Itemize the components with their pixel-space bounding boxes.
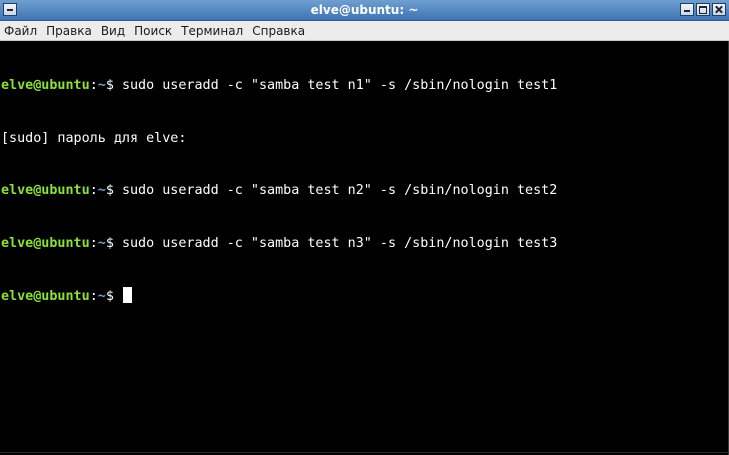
terminal-line: elve@ubuntu:~$ sudo useradd -c "samba te… — [1, 235, 728, 253]
menu-search[interactable]: Поиск — [130, 22, 177, 40]
prompt-user: elve@ubuntu — [1, 289, 90, 304]
terminal-output[interactable]: elve@ubuntu:~$ sudo useradd -c "samba te… — [0, 41, 729, 455]
prompt-user: elve@ubuntu — [1, 235, 90, 251]
prompt-separator: : — [89, 289, 98, 304]
menu-help[interactable]: Справка — [248, 22, 310, 40]
terminal-window: elve@ubuntu: ~ Файл Правка Вид Поиск Тер… — [0, 0, 729, 455]
menu-terminal[interactable]: Терминал — [177, 22, 248, 40]
prompt-symbol: $ — [105, 235, 122, 251]
prompt-separator: : — [89, 235, 98, 251]
minimize-button[interactable] — [680, 3, 694, 16]
terminal-line: elve@ubuntu:~$ sudo useradd -c "samba te… — [1, 77, 728, 95]
prompt-symbol: $ — [105, 289, 122, 304]
text-cursor — [122, 287, 132, 303]
close-button[interactable] — [712, 3, 726, 16]
command-text: sudo useradd -c "samba test n3" -s /sbin… — [121, 235, 558, 251]
prompt-user: elve@ubuntu — [1, 78, 90, 93]
menu-view[interactable]: Вид — [97, 22, 130, 40]
window-title: elve@ubuntu: ~ — [310, 3, 419, 17]
output-text: [sudo] пароль для elve: — [1, 130, 187, 146]
command-text: sudo useradd -c "samba test n2" -s /sbin… — [121, 183, 558, 198]
prompt-path: ~ — [97, 235, 106, 251]
command-text: sudo useradd -c "samba test n1" -s /sbin… — [121, 78, 558, 93]
prompt-symbol: $ — [105, 78, 122, 93]
terminal-line: [sudo] пароль для elve: — [1, 130, 728, 148]
prompt-path: ~ — [97, 183, 106, 198]
prompt-separator: : — [89, 78, 98, 93]
terminal-line: elve@ubuntu:~$ — [1, 287, 728, 305]
maximize-button[interactable] — [696, 3, 710, 16]
window-controls — [680, 3, 726, 16]
menu-file[interactable]: Файл — [0, 22, 42, 40]
menu-edit[interactable]: Правка — [42, 22, 97, 40]
terminal-line: elve@ubuntu:~$ sudo useradd -c "samba te… — [1, 182, 728, 200]
prompt-user: elve@ubuntu — [1, 183, 90, 198]
title-bar[interactable]: elve@ubuntu: ~ — [0, 0, 729, 21]
prompt-path: ~ — [97, 78, 106, 93]
prompt-separator: : — [89, 183, 98, 198]
prompt-symbol: $ — [105, 183, 122, 198]
menu-bar: Файл Правка Вид Поиск Терминал Справка — [0, 21, 729, 41]
prompt-path: ~ — [97, 289, 106, 304]
